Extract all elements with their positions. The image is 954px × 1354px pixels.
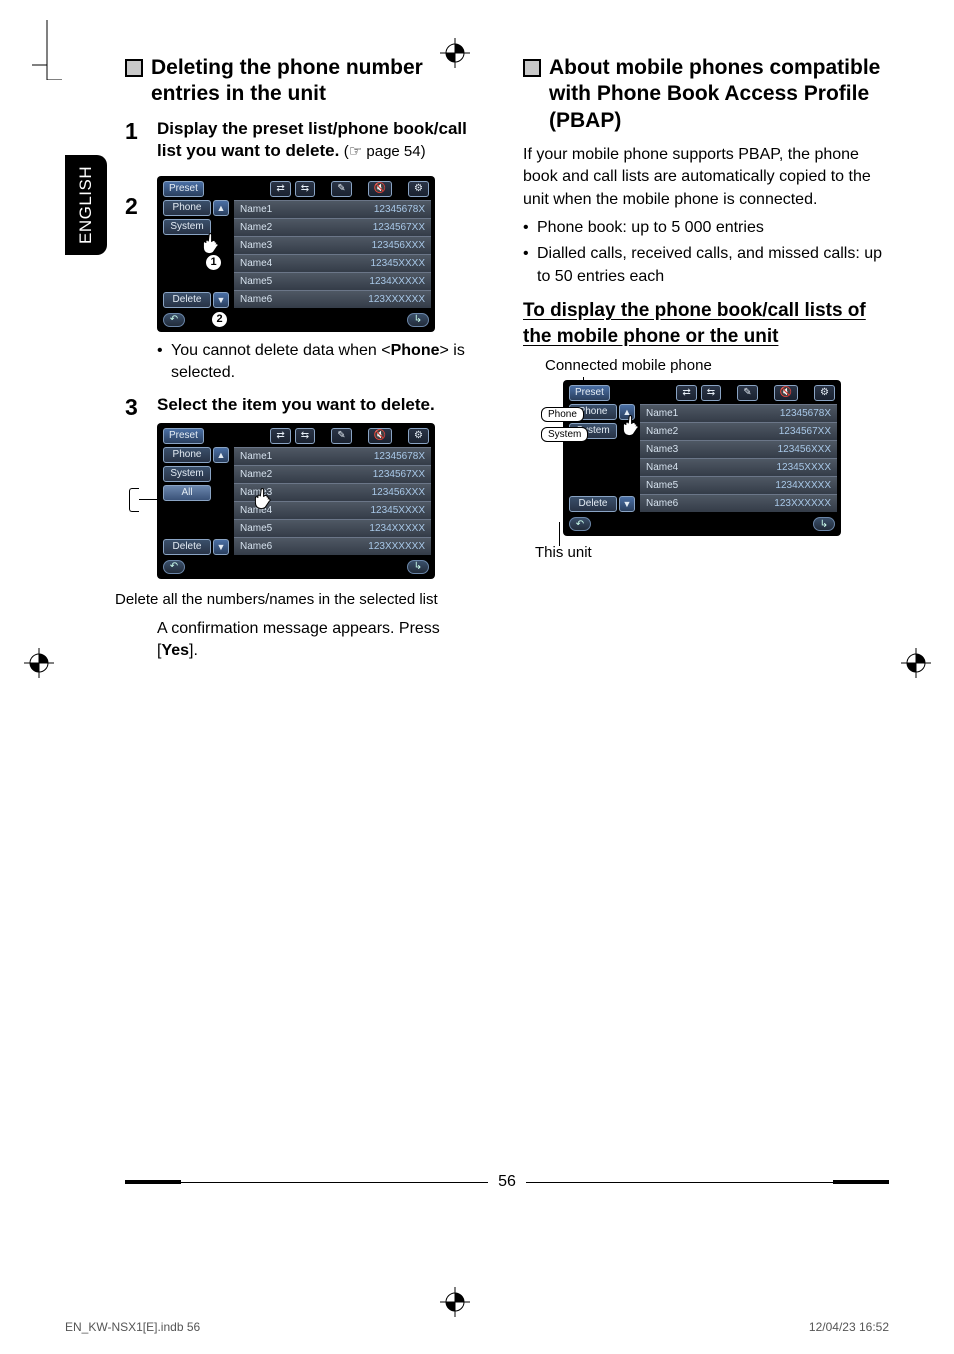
leader-bottom [559,522,560,546]
dev1-icon-in: ⇆ [295,181,315,197]
dev1-row-3: Name3123456XXX [234,236,431,254]
dev2-tab-phone: Phone [163,447,211,463]
dev2-row-3: Name3123456XXX [234,483,431,501]
dev1-arrow-down: ▼ [213,292,229,308]
registration-mark-bottom [440,1287,470,1317]
dev2-tab-delete: Delete [163,539,211,555]
dev2-icon-out: ⇄ [270,428,290,444]
dev2-row-6: Name6123XXXXXX [234,537,431,555]
dev3-icon-mute: 🔇 [774,385,798,401]
dev2-arrow-up: ▲ [213,447,229,463]
dev3-tab-delete: Delete [569,496,617,512]
dev1-icon-out: ⇄ [270,181,290,197]
device-screenshot-3: Preset ⇄ ⇆ ✎ 🔇 ⚙ Phone S [563,380,841,536]
right-section-heading: About mobile phones compatible with Phon… [523,55,883,134]
callout-leader [139,499,161,500]
dev2-icon-mute: 🔇 [368,428,392,444]
dev2-row-4: Name412345XXXX [234,501,431,519]
step-3-number: 3 [125,394,145,421]
dev3-hangup-icon: ↳ [813,517,835,531]
dev3-arrow-down: ▼ [619,496,635,512]
dev1-back-icon: ↶ [163,313,185,327]
delete-all-caption: Delete all the numbers/names in the sele… [115,591,485,608]
dev1-icon-mute: 🔇 [368,181,392,197]
registration-mark-left [24,648,54,678]
dev3-row-4: Name412345XXXX [640,458,837,476]
dev3-tab-preset: Preset [569,385,610,401]
dev2-row-2: Name21234567XX [234,465,431,483]
pbap-bullet-2: Dialled calls, received calls, and misse… [523,243,883,288]
step2-note: You cannot delete data when <Phone> is s… [157,340,485,385]
page-footer-rule: 56 [125,1180,889,1184]
dev3-row-2: Name21234567XX [640,422,837,440]
dev1-row-4: Name412345XXXX [234,254,431,272]
dev1-row-5: Name51234XXXXX [234,272,431,290]
dev2-tab-all: All [163,485,211,501]
dev3-icon-out: ⇄ [676,385,696,401]
dev1-row-2: Name21234567XX [234,218,431,236]
this-unit-caption: This unit [535,544,883,561]
dev3-arrow-up: ▲ [619,404,635,420]
pbap-paragraph: If your mobile phone supports PBAP, the … [523,144,883,211]
dev3-row-6: Name6123XXXXXX [640,494,837,512]
dev2-arrow-down: ▼ [213,539,229,555]
dev1-tab-phone: Phone [163,200,211,216]
dev1-row-1: Name112345678X [234,200,431,218]
callout-phone: Phone [541,407,584,422]
step-1-text: Display the preset list/phone book/call … [157,118,485,162]
step-3-text: Select the item you want to delete. [157,394,485,416]
dev3-row-3: Name3123456XXX [640,440,837,458]
dev2-tab-system: System [163,466,211,482]
device-screenshot-2: Preset ⇄ ⇆ ✎ 🔇 ⚙ [157,423,435,579]
dev1-icon-setting: ⚙ [408,181,429,197]
left-section-heading: Deleting the phone number entries in the… [125,55,485,108]
step-2-number: 2 [125,193,145,220]
callout-system: System [541,427,588,442]
dev3-row-5: Name51234XXXXX [640,476,837,494]
square-bullet-icon [523,59,541,77]
dev2-row-5: Name51234XXXXX [234,519,431,537]
page-number: 56 [488,1173,526,1191]
dev2-back-icon: ↶ [163,560,185,574]
left-section-title: Deleting the phone number entries in the… [151,55,485,108]
device-screenshot-1: Preset ⇄ ⇆ ✎ 🔇 ⚙ [157,176,435,332]
crop-mark-tl [32,20,62,80]
dev1-tab-delete: Delete [163,292,211,308]
dev1-hangup-icon: ↳ [407,313,429,327]
dev2-icon-edit: ✎ [331,428,351,444]
dev1-arrow-up: ▲ [213,200,229,216]
dev1-icon-edit: ✎ [331,181,351,197]
display-lists-heading: To display the phone book/call lists of … [523,298,883,349]
circled-2: 2 [211,311,228,328]
right-section-title: About mobile phones compatible with Phon… [549,55,883,134]
dev3-row-1: Name112345678X [640,404,837,422]
callout-bracket [129,488,139,512]
dev1-tab-system: System [163,219,211,235]
step-1-light: (☞ page 54) [344,143,426,160]
dev3-icon-setting: ⚙ [814,385,835,401]
footer-timestamp: 12/04/23 16:52 [809,1320,889,1334]
step-1-number: 1 [125,118,145,145]
dev2-row-1: Name112345678X [234,447,431,465]
circled-1: 1 [205,254,222,271]
footer-filename: EN_KW-NSX1[E].indb 56 [65,1320,200,1334]
dev3-back-icon: ↶ [569,517,591,531]
dev2-icon-setting: ⚙ [408,428,429,444]
dev3-icon-in: ⇆ [701,385,721,401]
dev2-hangup-icon: ↳ [407,560,429,574]
confirmation-text: A confirmation message appears. Press [Y… [157,618,485,663]
connected-phone-caption: Connected mobile phone [545,357,883,374]
pbap-bullet-1: Phone book: up to 5 000 entries [523,217,883,239]
dev1-row-6: Name6123XXXXXX [234,290,431,308]
dev1-tab-preset: Preset [163,181,204,197]
print-footer: EN_KW-NSX1[E].indb 56 12/04/23 16:52 [65,1320,889,1334]
dev3-icon-edit: ✎ [737,385,757,401]
language-tab: ENGLISH [65,155,107,255]
dev2-tab-preset: Preset [163,428,204,444]
dev2-icon-in: ⇆ [295,428,315,444]
registration-mark-right [901,648,931,678]
square-bullet-icon [125,59,143,77]
